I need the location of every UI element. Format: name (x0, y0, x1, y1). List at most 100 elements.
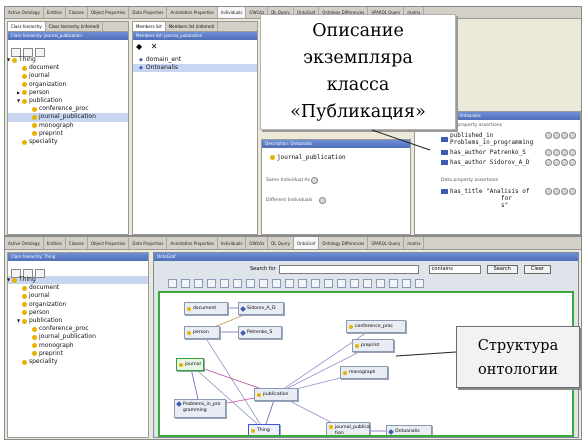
tree-item-preprint[interactable]: preprint (8, 350, 148, 358)
tab-individuals[interactable]: Individuals (218, 237, 247, 249)
graph-node-monograph[interactable]: monograph (340, 366, 388, 379)
tab-matrix[interactable]: matrix (404, 237, 425, 249)
tree-item-journal-publication[interactable]: journal_publication (8, 333, 148, 341)
graph-node-publication[interactable]: publication (254, 388, 298, 401)
graph-node-thing[interactable]: Thing (248, 424, 280, 435)
tree-item-conference-proc[interactable]: conference_proc (8, 325, 148, 333)
tree-item-journal-publication[interactable]: journal_publication (8, 113, 128, 122)
tree-item-person[interactable]: ▶ person (8, 89, 128, 97)
assertion-action-icon[interactable] (545, 149, 552, 156)
assertion-action-icon[interactable] (545, 159, 552, 166)
graph-node-journal-pub[interactable]: journal_publica tion (326, 422, 370, 435)
tree-item-speciality[interactable]: speciality (8, 358, 148, 366)
tab-annotation-properties[interactable]: Annotation Properties (167, 237, 218, 249)
graph-tool-icon[interactable] (337, 278, 346, 288)
tree-item-person[interactable]: person (8, 309, 148, 317)
graph-tool-icon[interactable] (259, 278, 268, 288)
assertion-action-icon[interactable] (561, 159, 568, 166)
tab-annotation-properties[interactable]: Annotation Properties (167, 7, 218, 18)
graph-tool-icon[interactable] (272, 278, 281, 288)
tree-item-preprint[interactable]: preprint (8, 130, 128, 138)
assertion-action-icon[interactable] (569, 188, 576, 195)
delete-class-icon[interactable] (35, 48, 45, 57)
tab-object-properties[interactable]: Object Properties (88, 7, 130, 18)
object-assertion[interactable]: has_author Patrenko_S (441, 149, 541, 156)
tab-classes[interactable]: Classes (66, 237, 88, 249)
assertion-action-icon[interactable] (545, 188, 552, 195)
add-different-individual-icon[interactable] (319, 197, 326, 204)
clear-button[interactable]: Clear (523, 264, 551, 274)
tab-active-ontology[interactable]: Active Ontology (5, 7, 44, 18)
assertion-action-icon[interactable] (553, 188, 560, 195)
tab-ontograf[interactable]: OntoGraf (293, 237, 320, 249)
tree-item-publication[interactable]: ▼ publication (8, 97, 128, 105)
member-ontoanalis[interactable]: ◆ Ontoanalis (133, 64, 257, 73)
graph-tool-icon[interactable] (311, 278, 320, 288)
tree-item-organization[interactable]: organization (8, 301, 148, 309)
graph-node-person[interactable]: person (184, 326, 220, 339)
assertion-action-icon[interactable] (561, 132, 568, 139)
delete-individual-icon[interactable]: ✕ (151, 42, 158, 51)
data-assertion-row[interactable]: has_title "Analisis of for s" (441, 188, 580, 209)
tree-item-Thing[interactable]: ▼ Thing (7, 56, 128, 64)
tab-dl-query[interactable]: DL Query (268, 237, 294, 249)
add-individual-icon[interactable]: ◆ (136, 42, 142, 51)
search-button[interactable]: Search (486, 264, 518, 274)
tree-item-document[interactable]: document (8, 284, 148, 292)
graph-tool-icon[interactable] (194, 278, 203, 288)
tree-item-document[interactable]: document (8, 64, 128, 72)
assertion-action-icon[interactable] (553, 132, 560, 139)
graph-tool-icon[interactable] (376, 278, 385, 288)
tab-sparql-query[interactable]: SPARQL Query (368, 237, 405, 249)
tab-data-properties[interactable]: Data Properties (129, 237, 168, 249)
member-domain_ent[interactable]: ◆ domain_ent (133, 56, 257, 64)
object-assertion-row[interactable]: published_in Problems_in_programming (441, 132, 580, 146)
object-assertion-row[interactable]: has_author Patrenko_S (441, 149, 580, 156)
graph-tool-icon[interactable] (415, 278, 424, 288)
tree-item-organization[interactable]: organization (8, 81, 128, 89)
assertion-action-icon[interactable] (569, 159, 576, 166)
types-value[interactable]: journal_publication (277, 154, 346, 161)
graph-node-problems[interactable]: Problems_in_pro gramming (174, 399, 226, 418)
graph-tool-icon[interactable] (285, 278, 294, 288)
tree-item-conference-proc[interactable]: conference_proc (8, 105, 128, 113)
tree-item-monograph[interactable]: monograph (8, 122, 128, 130)
assertion-action-icon[interactable] (561, 149, 568, 156)
add-same-individual-icon[interactable] (311, 177, 318, 184)
tab-active-ontology[interactable]: Active Ontology (5, 237, 44, 249)
assertion-action-icon[interactable] (561, 188, 568, 195)
tab-entities[interactable]: Entities (44, 7, 66, 18)
graph-node-preprint[interactable]: preprint (352, 339, 394, 352)
delete-class-icon[interactable] (35, 269, 45, 278)
graph-tool-icon[interactable] (207, 278, 216, 288)
subtab-members-list-inferred-[interactable]: Members list (inferred) (166, 22, 219, 31)
assertion-action-icon[interactable] (553, 159, 560, 166)
assertion-action-icon[interactable] (569, 149, 576, 156)
tree-item-publication[interactable]: ▼ publication (8, 317, 148, 325)
tab-owlviz[interactable]: OWLViz (246, 237, 269, 249)
graph-node-document[interactable]: document (184, 302, 228, 315)
tab-data-properties[interactable]: Data Properties (129, 7, 168, 18)
tree-item-speciality[interactable]: speciality (8, 138, 128, 146)
tab-classes[interactable]: Classes (66, 7, 88, 18)
graph-tool-icon[interactable] (298, 278, 307, 288)
graph-tool-icon[interactable] (389, 278, 398, 288)
graph-tool-icon[interactable] (402, 278, 411, 288)
graph-tool-icon[interactable] (246, 278, 255, 288)
object-assertion[interactable]: published_in Problems_in_programming (441, 132, 541, 146)
search-mode-select[interactable]: contains (428, 264, 481, 274)
graph-tool-icon[interactable] (220, 278, 229, 288)
graph-tool-icon[interactable] (324, 278, 333, 288)
graph-node-petrenko[interactable]: Petrenko_S (238, 326, 282, 339)
graph-node-sidorov[interactable]: Sidorov_A_D (238, 302, 284, 315)
tree-item-monograph[interactable]: monograph (8, 342, 148, 350)
tab-ontology-differences[interactable]: Ontology Differences (319, 237, 369, 249)
assertion-action-icon[interactable] (545, 132, 552, 139)
subtab-members-list[interactable]: Members list (133, 22, 166, 31)
tab-object-properties[interactable]: Object Properties (88, 237, 130, 249)
assertion-action-icon[interactable] (569, 132, 576, 139)
object-assertion[interactable]: has_author Sidorov_A_D (441, 159, 541, 166)
tab-entities[interactable]: Entities (44, 237, 66, 249)
object-assertion-row[interactable]: has_author Sidorov_A_D (441, 159, 580, 166)
graph-node-ontoanalis[interactable]: Ontoanalis (386, 425, 432, 435)
